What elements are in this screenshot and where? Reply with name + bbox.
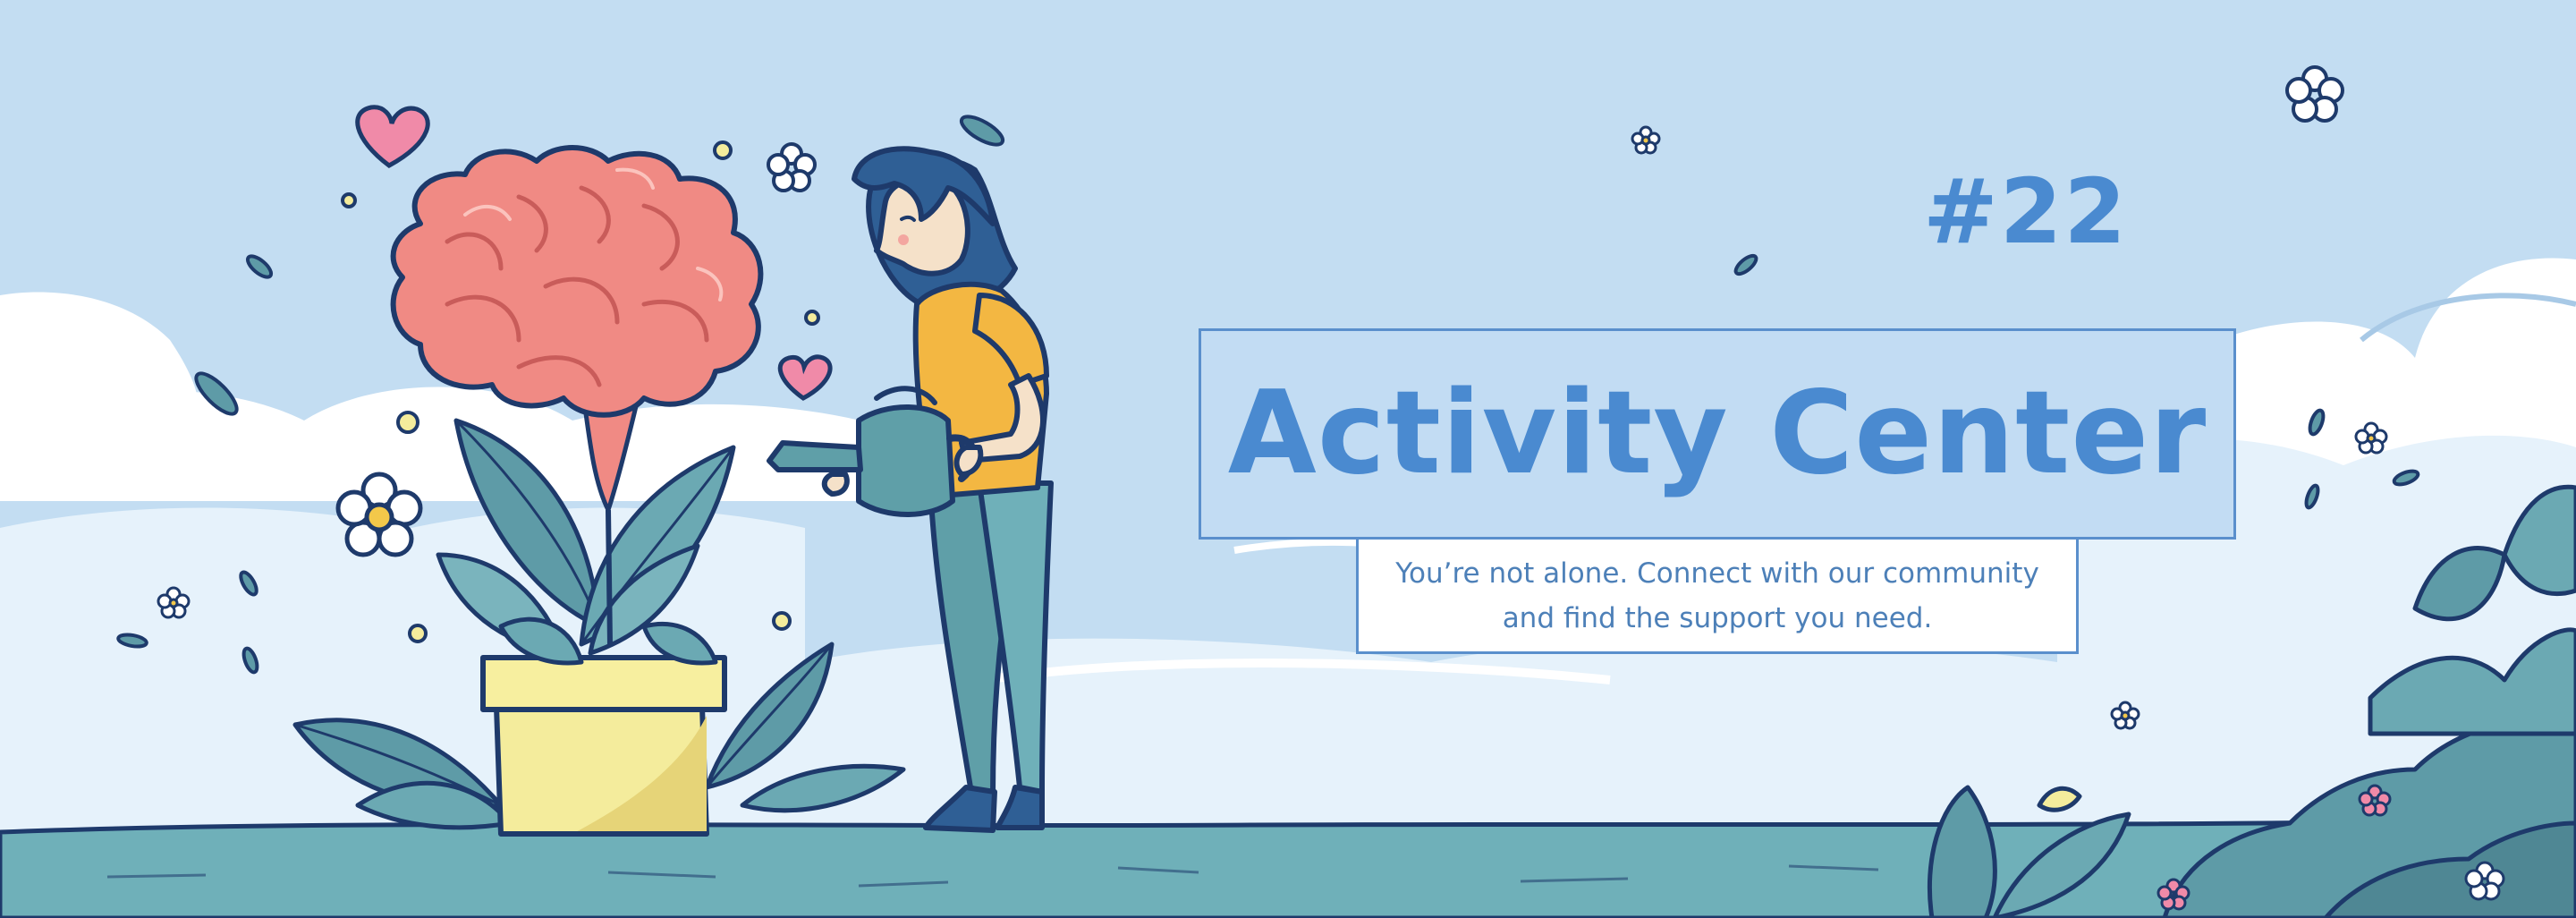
episode-number: #22	[1923, 159, 2128, 264]
flower-pot-icon	[480, 655, 727, 837]
subtitle-line-2: and find the support you need.	[1502, 601, 1933, 634]
banner: #22 Activity Center You’re not alone. Co…	[0, 0, 2576, 918]
title-box: Activity Center	[1199, 328, 2236, 540]
subtitle-line-1: You’re not alone. Connect with our commu…	[1395, 557, 2039, 590]
watering-can-icon	[856, 404, 955, 517]
page-title: Activity Center	[1227, 367, 2207, 500]
brain-plant-icon	[390, 145, 764, 418]
subtitle-box: You’re not alone. Connect with our commu…	[1356, 540, 2079, 654]
